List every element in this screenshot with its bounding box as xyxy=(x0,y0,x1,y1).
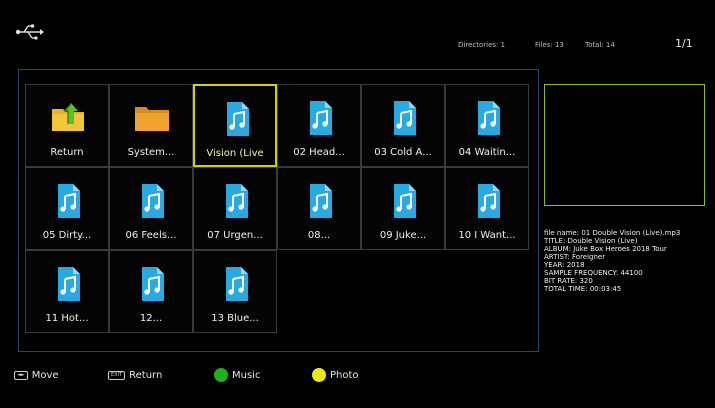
grid-item-label: 13 Blue... xyxy=(211,313,259,324)
grid-item-music[interactable]: 03 Cold A... xyxy=(361,84,445,167)
music-file-icon xyxy=(226,267,248,301)
return-label: Return xyxy=(129,369,163,381)
grid-item-music[interactable]: 09 Juke... xyxy=(361,167,445,250)
preview-panel xyxy=(544,84,705,206)
bit-rate: BIT RATE: 320 xyxy=(544,277,593,285)
total-count: Total: 14 xyxy=(585,41,615,49)
footer-hints: ◄► Move EXIT Return Music Photo xyxy=(0,360,715,392)
grid-item-label: 08... xyxy=(307,230,331,241)
music-file-icon xyxy=(310,101,332,135)
photo-hint[interactable]: Photo xyxy=(312,367,359,383)
return-folder-icon xyxy=(52,103,84,131)
music-file-icon xyxy=(58,184,80,218)
music-label: Music xyxy=(232,369,261,381)
music-file-icon xyxy=(142,267,164,301)
grid-item-label: Vision (Live xyxy=(206,148,264,159)
file-name: file name: 01 Double Vision (Live).mp3 xyxy=(544,229,681,237)
artist: ARTIST: Foreigner xyxy=(544,253,606,261)
grid-item-label: Return xyxy=(50,147,84,158)
exit-key-icon: EXIT xyxy=(108,370,126,380)
music-file-icon xyxy=(226,184,248,218)
photo-label: Photo xyxy=(330,369,359,381)
yellow-button-icon xyxy=(312,368,326,382)
music-hint[interactable]: Music xyxy=(214,367,260,383)
music-file-icon xyxy=(227,102,249,136)
album: ALBUM: Juke Box Heroes 2018 Tour xyxy=(544,245,667,253)
move-label: Move xyxy=(31,369,59,381)
year: YEAR: 2018 xyxy=(544,261,585,269)
grid-item-label: 12... xyxy=(139,313,163,324)
grid-item-label: 11 Hot... xyxy=(45,313,89,324)
grid-item-music[interactable]: 05 Dirty... xyxy=(25,167,109,250)
music-file-icon xyxy=(310,184,332,218)
music-file-icon xyxy=(394,101,416,135)
move-key-icon: ◄► xyxy=(14,370,28,380)
track-title: TITLE: Double Vision (Live) xyxy=(544,237,638,245)
file-grid: Return System... Vision (Live 02 Head...… xyxy=(25,84,530,334)
move-hint: ◄► Move xyxy=(14,367,59,383)
grid-item-music[interactable]: 07 Urgen... xyxy=(193,167,277,250)
green-button-icon xyxy=(214,368,228,382)
grid-item-label: 02 Head... xyxy=(293,147,345,158)
folder-icon xyxy=(135,107,169,131)
music-file-icon xyxy=(478,184,500,218)
page-indicator: 1/1 xyxy=(675,37,693,50)
total-time: TOTAL TIME: 00:03:45 xyxy=(544,285,622,293)
grid-item-label: 05 Dirty... xyxy=(42,230,92,241)
grid-item-music[interactable]: 06 Feels... xyxy=(109,167,193,250)
grid-item-label: 07 Urgen... xyxy=(207,230,263,241)
grid-item-label: 06 Feels... xyxy=(125,230,177,241)
grid-item-return[interactable]: Return xyxy=(25,84,109,167)
grid-item-music[interactable]: 04 Waitin... xyxy=(445,84,529,167)
grid-item-folder[interactable]: System... xyxy=(109,84,193,167)
music-file-icon xyxy=(478,101,500,135)
file-info-panel: file name: 01 Double Vision (Live).mp3 T… xyxy=(544,229,709,293)
grid-item-label: 04 Waitin... xyxy=(458,147,516,158)
grid-item-music[interactable]: 12... xyxy=(109,250,193,333)
grid-item-label: 09 Juke... xyxy=(379,230,427,241)
sample-frequency: SAMPLE FREQUENCY: 44100 xyxy=(544,269,643,277)
directories-count: Directories: 1 xyxy=(458,41,506,49)
grid-item-music[interactable]: 02 Head... xyxy=(277,84,361,167)
grid-item-label: 03 Cold A... xyxy=(374,147,432,158)
status-bar: Directories: 1 Files: 13 Total: 14 xyxy=(0,38,715,54)
grid-item-music[interactable]: 08... xyxy=(277,167,361,250)
music-file-icon xyxy=(58,267,80,301)
files-count: Files: 13 xyxy=(535,41,564,49)
grid-item-label: 10 I Want... xyxy=(458,230,516,241)
return-hint: EXIT Return xyxy=(108,367,162,383)
music-file-icon xyxy=(142,184,164,218)
grid-item-music-selected[interactable]: Vision (Live xyxy=(193,84,277,167)
grid-item-music[interactable]: 11 Hot... xyxy=(25,250,109,333)
grid-item-music[interactable]: 10 I Want... xyxy=(445,167,529,250)
music-file-icon xyxy=(394,184,416,218)
grid-item-label: System... xyxy=(127,147,175,158)
grid-item-music[interactable]: 13 Blue... xyxy=(193,250,277,333)
